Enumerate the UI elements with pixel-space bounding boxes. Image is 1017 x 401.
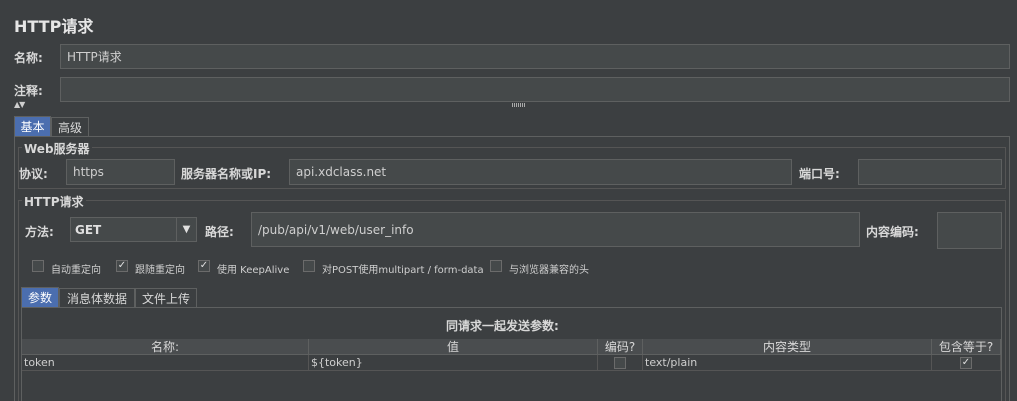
multipart-label: 对POST使用multipart / form-data bbox=[322, 265, 484, 276]
method-select[interactable]: GET ▼ bbox=[70, 217, 197, 242]
params-caption: 同请求一起发送参数: bbox=[446, 319, 559, 333]
comment-field[interactable] bbox=[60, 77, 1010, 102]
col-header-encode[interactable]: 编码? bbox=[598, 339, 643, 355]
col-header-include-equals[interactable]: 包含等于? bbox=[932, 339, 1001, 355]
server-field[interactable]: api.xdclass.net bbox=[289, 159, 792, 185]
table-row-value[interactable]: ${token} bbox=[309, 355, 598, 371]
col-header-content-type[interactable]: 内容类型 bbox=[643, 339, 932, 355]
table-row-include-equals[interactable]: ✓ bbox=[932, 355, 1001, 371]
http-request-title: HTTP请求 bbox=[22, 193, 86, 210]
encode-checkbox[interactable] bbox=[614, 356, 626, 369]
path-field[interactable]: /pub/api/v1/web/user_info bbox=[251, 212, 860, 247]
follow-redirect-label: 跟随重定向 bbox=[135, 265, 185, 276]
follow-redirect-checkbox[interactable]: ✓ bbox=[116, 260, 128, 272]
name-label: 名称: bbox=[14, 51, 43, 65]
tab-parameters[interactable]: 参数 bbox=[21, 287, 59, 307]
encoding-field[interactable] bbox=[937, 212, 1002, 249]
auto-redirect-label: 自动重定向 bbox=[51, 265, 101, 276]
path-label: 路径: bbox=[205, 225, 234, 239]
protocol-label: 协议: bbox=[19, 167, 48, 181]
collapse-arrows-icon[interactable]: ▲▼ bbox=[14, 100, 25, 109]
keepalive-checkbox[interactable]: ✓ bbox=[198, 260, 210, 272]
splitter-grip-icon[interactable] bbox=[512, 103, 526, 107]
multipart-checkbox[interactable] bbox=[303, 260, 315, 272]
tab-advanced[interactable]: 高级 bbox=[51, 117, 89, 136]
tab-body-data[interactable]: 消息体数据 bbox=[59, 288, 135, 307]
browser-headers-checkbox[interactable] bbox=[490, 260, 502, 272]
table-row-name[interactable]: token bbox=[22, 355, 309, 371]
method-value: GET bbox=[75, 222, 102, 237]
tab-basic[interactable]: 基本 bbox=[14, 116, 51, 136]
col-header-name[interactable]: 名称: bbox=[22, 339, 309, 355]
method-label: 方法: bbox=[25, 225, 54, 239]
auto-redirect-checkbox[interactable] bbox=[32, 260, 44, 272]
tab-file-upload[interactable]: 文件上传 bbox=[135, 288, 197, 307]
name-field[interactable]: HTTP请求 bbox=[60, 44, 1010, 69]
port-label: 端口号: bbox=[799, 167, 840, 181]
server-label: 服务器名称或IP: bbox=[181, 167, 272, 181]
browser-headers-label: 与浏览器兼容的头 bbox=[509, 265, 589, 276]
chevron-down-icon[interactable]: ▼ bbox=[176, 218, 196, 241]
include-equals-checkbox[interactable]: ✓ bbox=[960, 356, 972, 369]
web-server-title: Web服务器 bbox=[22, 140, 92, 157]
keepalive-label: 使用 KeepAlive bbox=[217, 265, 290, 276]
page-title: HTTP请求 bbox=[14, 17, 94, 36]
table-row-encode[interactable] bbox=[598, 355, 643, 371]
comment-label: 注释: bbox=[14, 84, 43, 98]
port-field[interactable] bbox=[858, 159, 1002, 185]
table-row-content-type[interactable]: text/plain bbox=[643, 355, 932, 371]
protocol-field[interactable]: https bbox=[66, 159, 175, 185]
col-header-value[interactable]: 值 bbox=[309, 339, 598, 355]
encoding-label: 内容编码: bbox=[866, 225, 919, 239]
